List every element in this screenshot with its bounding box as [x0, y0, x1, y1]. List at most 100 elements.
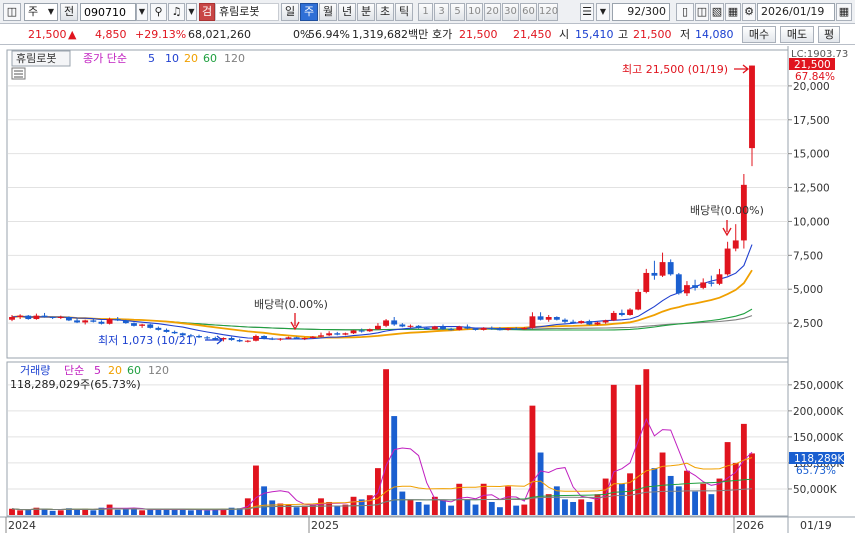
- candle-body: [114, 319, 121, 321]
- period-button-5[interactable]: 초: [376, 3, 394, 21]
- volume-axis: 250,000K200,000K150,000K100,000K50,000K: [788, 380, 844, 496]
- x-axis-label: 2026: [736, 519, 764, 532]
- volume-bar: [578, 499, 585, 515]
- ask-price: 21,500: [459, 28, 498, 41]
- candle-body: [309, 336, 316, 339]
- volume-bar: [179, 509, 186, 515]
- candle-body: [139, 324, 146, 326]
- volume-bar: [334, 505, 341, 515]
- market-value: 주: [28, 5, 39, 18]
- window-menu-icon[interactable]: ◫: [3, 3, 21, 21]
- trade-amount: 1,319,682백만: [352, 28, 429, 41]
- ma-legend-5: 5: [148, 52, 155, 65]
- interval-button-5[interactable]: 5: [450, 3, 465, 21]
- candle-body: [236, 340, 243, 342]
- candle-body: [358, 330, 365, 332]
- interval-button-120[interactable]: 120: [538, 3, 558, 21]
- grid-icon[interactable]: ▦: [725, 3, 741, 21]
- search-badge: 검: [199, 3, 215, 21]
- candle-body: [106, 319, 113, 324]
- candle-body: [131, 323, 137, 326]
- save-icon[interactable]: ▧: [710, 3, 724, 21]
- period-button-2[interactable]: 월: [319, 3, 337, 21]
- volume-bar: [505, 486, 511, 515]
- interval-button-60[interactable]: 60: [520, 3, 537, 21]
- period-button-3[interactable]: 년: [338, 3, 356, 21]
- candle-body: [643, 272, 650, 292]
- gear-icon[interactable]: ⚙: [742, 3, 756, 21]
- stock-chart[interactable]: 20,00017,50015,00012,50010,0007,5005,000…: [0, 46, 855, 533]
- volume-bar: [667, 475, 674, 515]
- volume-bar: [90, 510, 97, 515]
- volume-bar: [440, 500, 446, 515]
- volume-tick-label: 50,000K: [793, 484, 838, 496]
- candle-body: [708, 282, 715, 284]
- ma-legend-10: 10: [165, 52, 179, 65]
- buy-button[interactable]: 매수: [742, 26, 776, 43]
- volume-bar: [25, 509, 32, 515]
- price-tick-label: 2,500: [793, 318, 823, 330]
- volume-bar: [488, 501, 495, 515]
- period-button-4[interactable]: 분: [357, 3, 375, 21]
- stock-name: 휴림로봇: [215, 3, 279, 21]
- volume-ma-legend-60: 60: [127, 364, 141, 377]
- speaker-dropdown-icon[interactable]: ▼: [186, 3, 197, 21]
- candle-body: [586, 321, 593, 325]
- bid-price: 21,450: [513, 28, 552, 41]
- ma-legend-20: 20: [184, 52, 198, 65]
- interval-button-20[interactable]: 20: [484, 3, 501, 21]
- sell-button[interactable]: 매도: [780, 26, 814, 43]
- volume-bar: [472, 504, 479, 515]
- low-price: 14,080: [695, 28, 734, 41]
- candle-body: [244, 340, 251, 342]
- interval-button-3[interactable]: 3: [434, 3, 449, 21]
- stock-tag: 휴림로봇: [16, 52, 56, 65]
- ask-label: 호가: [432, 28, 453, 41]
- interval-dropdown-icon[interactable]: ▼: [596, 3, 610, 21]
- eval-button[interactable]: 평: [818, 26, 840, 43]
- code-dropdown-icon[interactable]: ▼: [136, 3, 148, 21]
- candle-body: [537, 316, 544, 320]
- market-select[interactable]: 주 ▼: [24, 3, 58, 21]
- open-price: 15,410: [575, 28, 614, 41]
- price-tick-label: 12,500: [793, 183, 830, 195]
- period-button-6[interactable]: 틱: [395, 3, 413, 21]
- date-field[interactable]: 2026/01/19: [757, 3, 835, 21]
- calendar-icon[interactable]: ▦: [836, 3, 852, 21]
- candle-style-icon[interactable]: ▯: [676, 3, 694, 21]
- interval-button-1[interactable]: 1: [418, 3, 433, 21]
- split-icon[interactable]: ◫: [695, 3, 709, 21]
- interval-settings-icon[interactable]: ☰: [580, 3, 594, 21]
- candle-body: [732, 240, 739, 249]
- candle-body: [301, 338, 308, 340]
- candle-body: [17, 315, 24, 318]
- candle-body: [716, 274, 723, 284]
- candle-body: [326, 333, 333, 336]
- stock-code-input[interactable]: [80, 3, 136, 21]
- interval-button-30[interactable]: 30: [502, 3, 519, 21]
- volume-bar: [684, 470, 690, 515]
- dividend-annotation-1: 배당락(0.00%): [254, 298, 328, 311]
- candle-body: [423, 327, 430, 330]
- current-price: 21,500: [28, 28, 67, 41]
- volume-bar: [269, 500, 276, 515]
- data-count[interactable]: 92/300: [612, 3, 670, 21]
- volume-legend-prefix: 단순: [64, 364, 84, 377]
- x-axis-right-label: 01/19: [800, 519, 832, 532]
- candle-body: [25, 315, 32, 320]
- volume-bar: [464, 499, 471, 515]
- search-icon[interactable]: ⚲: [150, 3, 167, 21]
- candle-body: [684, 285, 690, 294]
- pct-tag: 67.84%: [795, 71, 835, 83]
- interval-button-10[interactable]: 10: [466, 3, 483, 21]
- speaker-icon[interactable]: ♫: [168, 3, 185, 21]
- period-button-1[interactable]: 주: [300, 3, 318, 21]
- toolbar: ◫ 주 ▼ 전 ▼ ⚲ ♫ ▼ 검 휴림로봇 일주월년분초틱 135102030…: [0, 0, 855, 24]
- period-button-0[interactable]: 일: [281, 3, 299, 21]
- volume-bar: [187, 510, 194, 515]
- prev-button[interactable]: 전: [60, 3, 78, 21]
- candle-body: [33, 315, 40, 320]
- candle-body: [285, 337, 292, 339]
- volume-bar: [106, 504, 113, 515]
- candle-body: [334, 333, 341, 335]
